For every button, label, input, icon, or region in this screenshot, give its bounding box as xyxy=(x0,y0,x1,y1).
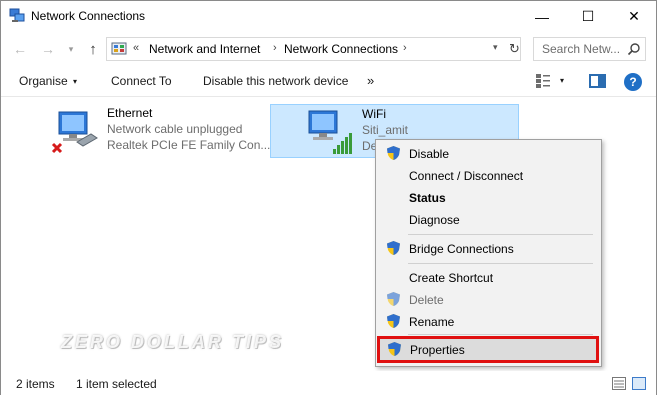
forward-button[interactable]: → xyxy=(38,39,58,59)
address-dropdown-icon[interactable]: ▾ xyxy=(493,42,498,53)
menu-item-label: Status xyxy=(409,191,446,205)
menu-item-label: Bridge Connections xyxy=(409,242,514,256)
disable-device-button[interactable]: Disable this network device xyxy=(203,74,348,88)
title-bar: Network Connections — ☐ ✕ xyxy=(1,1,656,32)
organise-button[interactable]: Organise xyxy=(19,74,68,88)
menu-separator xyxy=(408,234,593,235)
adapter-name: Ethernet xyxy=(107,106,153,120)
address-bar[interactable]: « Network and Internet › Network Connect… xyxy=(106,37,521,61)
uac-shield-icon xyxy=(387,241,400,255)
connect-to-button[interactable]: Connect To xyxy=(111,74,172,88)
menu-item-label: Properties xyxy=(410,343,465,357)
window-title: Network Connections xyxy=(31,9,146,23)
large-icons-view-icon[interactable] xyxy=(632,377,646,390)
up-button[interactable]: ↑ xyxy=(83,39,103,59)
breadcrumb-network-and-internet[interactable]: Network and Internet xyxy=(149,42,260,56)
address-overflow-chevron[interactable]: « xyxy=(133,42,139,54)
wifi-adapter-icon xyxy=(308,110,352,154)
breadcrumb-network-connections[interactable]: Network Connections xyxy=(284,42,398,56)
search-placeholder: Search Netw... xyxy=(542,42,621,56)
navigation-bar: ← → ▾ ↑ « Network and Internet › Network… xyxy=(1,33,656,65)
refresh-icon[interactable]: ↻ xyxy=(509,41,520,57)
menu-separator xyxy=(408,334,593,335)
menu-item-label: Connect / Disconnect xyxy=(409,169,524,183)
menu-item-connect-disconnect[interactable]: Connect / Disconnect xyxy=(376,164,601,186)
menu-item-delete[interactable]: Delete xyxy=(376,288,601,310)
watermark: ZERO DOLLAR TIPS xyxy=(61,332,284,352)
close-button[interactable]: ✕ xyxy=(611,1,657,32)
maximize-button[interactable]: ☐ xyxy=(565,1,611,32)
adapter-status: Network cable unplugged xyxy=(107,122,243,136)
uac-shield-icon xyxy=(388,342,401,356)
breadcrumb-separator[interactable]: › xyxy=(403,42,407,54)
change-view-icon[interactable] xyxy=(535,73,551,89)
menu-item-label: Delete xyxy=(409,293,444,307)
menu-item-label: Rename xyxy=(409,315,455,329)
uac-shield-icon xyxy=(387,146,400,160)
status-bar: 2 items 1 item selected xyxy=(1,371,656,395)
breadcrumb-separator[interactable]: › xyxy=(273,42,277,54)
menu-item-rename[interactable]: Rename xyxy=(376,310,601,332)
item-count: 2 items xyxy=(16,377,55,391)
menu-item-label: Diagnose xyxy=(409,213,460,227)
uac-shield-icon xyxy=(387,314,400,328)
selection-count: 1 item selected xyxy=(76,377,157,391)
ethernet-disconnected-icon xyxy=(51,111,98,154)
details-view-icon[interactable] xyxy=(612,377,626,390)
menu-item-bridge-connections[interactable]: Bridge Connections xyxy=(376,237,601,259)
adapter-status: Siti_amit xyxy=(362,123,409,137)
menu-separator xyxy=(408,263,593,264)
search-box[interactable]: Search Netw... xyxy=(533,37,646,61)
adapter-ethernet[interactable]: Ethernet Network cable unplugged Realtek… xyxy=(46,104,270,158)
menu-item-properties[interactable]: Properties xyxy=(377,336,599,363)
recent-locations-button[interactable]: ▾ xyxy=(61,39,81,59)
uac-shield-icon xyxy=(387,292,400,306)
menu-item-disable[interactable]: Disable xyxy=(376,142,601,164)
context-menu: Disable Connect / Disconnect Status Diag… xyxy=(375,139,602,367)
menu-item-diagnose[interactable]: Diagnose xyxy=(376,208,601,230)
network-connections-window: Network Connections — ☐ ✕ ← → ▾ ↑ « Netw… xyxy=(0,0,657,395)
control-panel-icon xyxy=(111,42,127,55)
back-button[interactable]: ← xyxy=(10,39,30,59)
help-icon[interactable]: ? xyxy=(624,73,642,91)
more-commands-button[interactable]: » xyxy=(367,73,374,88)
adapter-device: Realtek PCIe FE Family Con... xyxy=(107,138,271,152)
preview-pane-icon[interactable] xyxy=(589,74,606,88)
menu-item-create-shortcut[interactable]: Create Shortcut xyxy=(376,266,601,288)
menu-item-label: Disable xyxy=(409,147,450,161)
menu-item-label: Create Shortcut xyxy=(409,271,494,285)
minimize-button[interactable]: — xyxy=(519,1,565,32)
menu-item-status[interactable]: Status xyxy=(376,186,601,208)
view-dropdown-icon[interactable]: ▾ xyxy=(560,76,564,85)
network-connections-app-icon xyxy=(9,8,25,22)
command-bar: Organise ▾ Connect To Disable this netwo… xyxy=(1,67,656,97)
adapter-name: WiFi xyxy=(362,107,386,121)
search-icon[interactable] xyxy=(627,42,641,56)
organise-dropdown-icon[interactable]: ▾ xyxy=(73,77,77,86)
